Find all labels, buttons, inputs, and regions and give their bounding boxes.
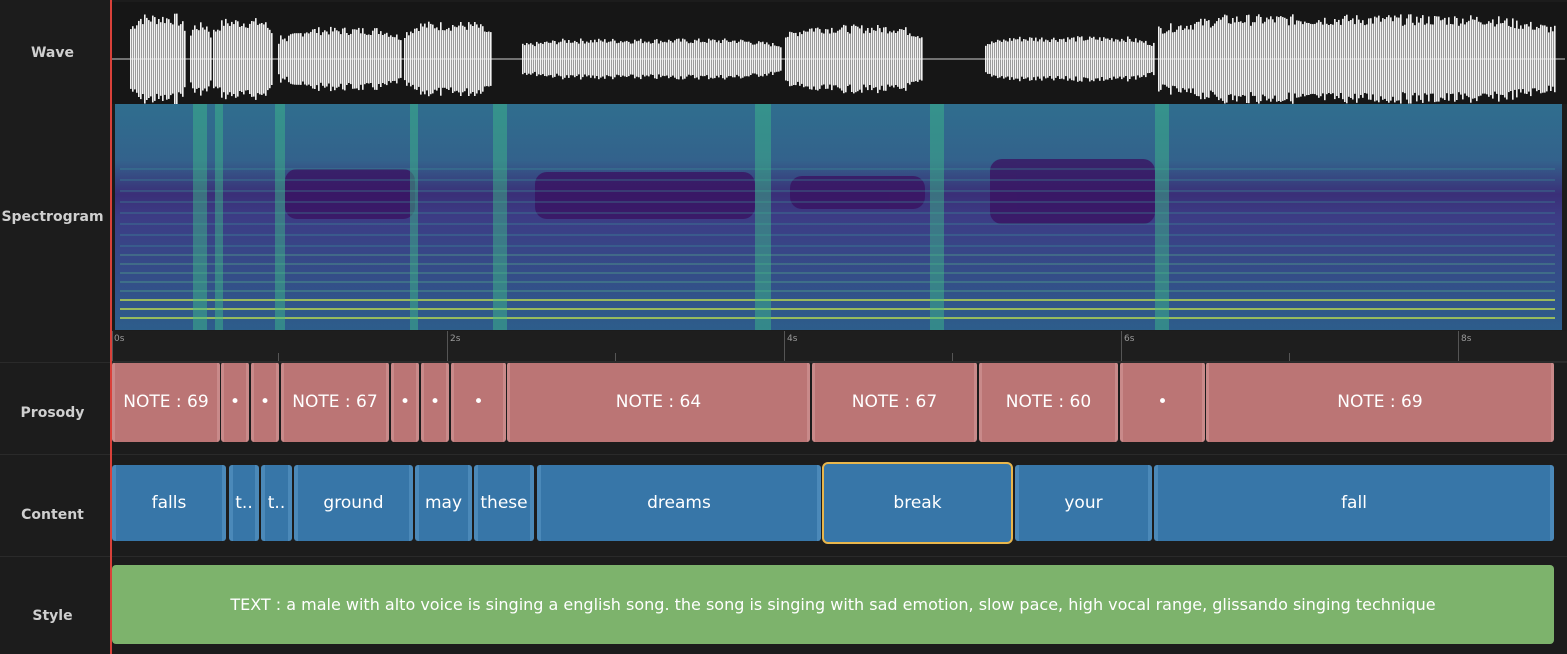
prosody-rest-segment[interactable]: • <box>221 362 249 442</box>
spectrogram <box>115 104 1562 330</box>
style-label: Style <box>32 608 73 624</box>
prosody-note-segment[interactable]: NOTE : 64 <box>507 362 810 442</box>
spectrogram-label: Spectrogram <box>1 209 104 225</box>
waveform-track[interactable] <box>110 2 1567 105</box>
tick-label: 2s <box>450 334 461 344</box>
playhead[interactable] <box>110 0 112 654</box>
prosody-track: NOTE : 69 • • NOTE : 67 • • • NOTE : 64 … <box>110 362 1567 442</box>
prosody-note-segment[interactable]: NOTE : 67 <box>812 362 977 442</box>
prosody-note-segment[interactable]: NOTE : 69 <box>1206 362 1554 442</box>
content-track: falls t.. t.. ground may these dreams br… <box>110 462 1567 544</box>
content-word-segment[interactable]: dreams <box>537 465 821 541</box>
content-word-segment[interactable]: t.. <box>261 465 292 541</box>
timeline-editor: Wave Spectrogram Prosody Content Style 0… <box>0 0 1567 654</box>
prosody-note-segment[interactable]: NOTE : 60 <box>979 362 1118 442</box>
prosody-note-segment[interactable]: NOTE : 69 <box>112 362 220 442</box>
prosody-label: Prosody <box>20 405 85 421</box>
prosody-rest-segment[interactable]: • <box>251 362 279 442</box>
content-word-segment[interactable]: t.. <box>229 465 259 541</box>
prosody-rest-segment[interactable]: • <box>391 362 419 442</box>
wave-label: Wave <box>30 45 74 61</box>
spectrogram-track[interactable] <box>115 104 1562 330</box>
content-word-segment[interactable]: your <box>1015 465 1152 541</box>
content-word-segment[interactable]: fall <box>1154 465 1554 541</box>
tick-label: 0s <box>114 334 125 344</box>
prosody-rest-segment[interactable]: • <box>421 362 449 442</box>
style-track: TEXT : a male with alto voice is singing… <box>110 565 1567 644</box>
content-word-segment[interactable]: falls <box>112 465 226 541</box>
prosody-rest-segment[interactable]: • <box>451 362 506 442</box>
style-text-segment[interactable]: TEXT : a male with alto voice is singing… <box>112 565 1554 644</box>
prosody-rest-segment[interactable]: • <box>1120 362 1205 442</box>
content-word-segment-selected[interactable]: break <box>822 462 1013 544</box>
tick-label: 4s <box>787 334 798 344</box>
waveform <box>112 13 1565 105</box>
content-word-segment[interactable]: may <box>415 465 472 541</box>
prosody-note-segment[interactable]: NOTE : 67 <box>281 362 389 442</box>
content-word-segment[interactable]: these <box>474 465 534 541</box>
content-label: Content <box>21 507 84 523</box>
tick-label: 8s <box>1461 334 1472 344</box>
tick-label: 6s <box>1124 334 1135 344</box>
content-word-segment[interactable]: ground <box>294 465 413 541</box>
time-ruler[interactable]: 0s 2s 4s 6s 8s <box>110 331 1567 362</box>
